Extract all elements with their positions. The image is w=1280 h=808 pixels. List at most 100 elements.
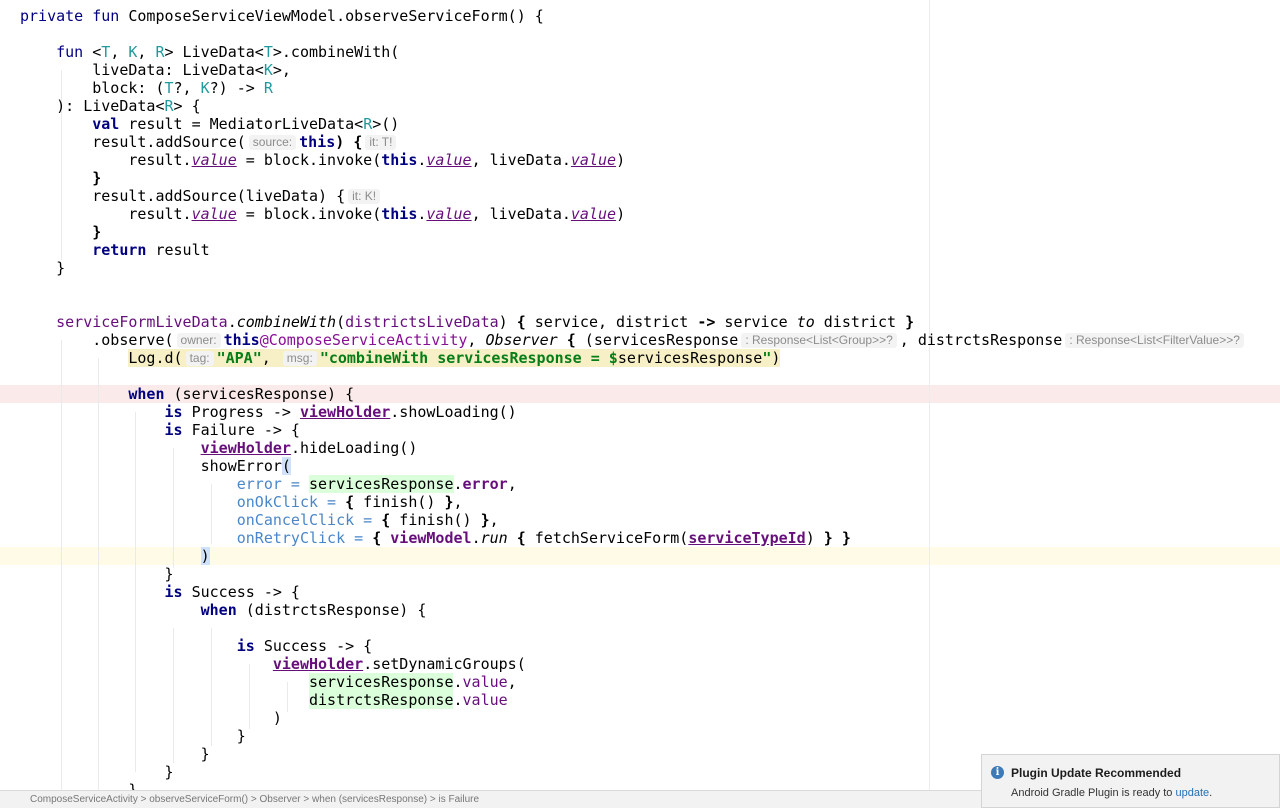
code-text: .: [453, 475, 463, 493]
code-text: Log.d(: [128, 349, 183, 367]
code-text: ?) ->: [209, 79, 264, 97]
code-text: .hideLoading(): [290, 439, 418, 457]
lambda-brace: }: [823, 529, 833, 547]
lambda-brace: }: [841, 529, 851, 547]
parameter-hint: owner:: [176, 333, 221, 348]
named-argument: onCancelClick =: [236, 511, 373, 529]
property-reference: error: [462, 475, 508, 493]
code-line: error = servicesResponse.error,: [20, 475, 517, 493]
code-text: .: [453, 673, 463, 691]
property-reference: value: [426, 151, 472, 169]
type-hint: : Response<List<Group>>?: [741, 333, 897, 348]
lambda-brace: {: [345, 493, 355, 511]
lambda-brace: }: [905, 313, 915, 331]
keyword: is: [164, 583, 183, 601]
code-text: Progress ->: [182, 403, 300, 421]
code-text: }: [128, 781, 138, 790]
code-text: ): [771, 349, 781, 367]
code-line: .observe(owner: this@ComposeServiceActivi…: [20, 331, 1247, 349]
type-parameter: K: [128, 43, 138, 61]
code-text: > {: [173, 97, 201, 115]
property-reference: value: [462, 691, 508, 709]
code-text: ): [498, 313, 517, 331]
code-text: }: [56, 259, 66, 277]
type-parameter: R: [363, 115, 373, 133]
code-line: is Progress -> viewHolder.showLoading(): [20, 403, 517, 421]
code-line: private fun ComposeServiceViewModel.obse…: [20, 7, 544, 25]
code-line: result.value = block.invoke(this.value, …: [20, 205, 625, 223]
code-text: }: [164, 565, 174, 583]
code-line: servicesResponse.value,: [20, 673, 517, 691]
lambda-brace: {: [381, 511, 391, 529]
code-text: (servicesResponse) {: [164, 385, 355, 403]
code-text: servicesResponse: [617, 349, 763, 367]
string-literal: "combineWith servicesResponse = $: [319, 349, 618, 367]
code-text: result.: [128, 151, 192, 169]
keyword: is: [164, 421, 183, 439]
code-line: liveData: LiveData<K>,: [20, 61, 291, 79]
code-line: ): [20, 547, 210, 565]
code-text: .setDynamicGroups(: [363, 655, 526, 673]
code-line: viewHolder.hideLoading(): [20, 439, 418, 457]
code-text: finish(): [390, 511, 481, 529]
label-reference: @ComposeServiceActivity: [259, 331, 468, 349]
code-text: ,: [507, 673, 517, 691]
code-text: result.addSource(liveData) {: [92, 187, 346, 205]
code-text: ComposeServiceViewModel.observeServiceFo…: [119, 7, 544, 25]
code-line: }: [20, 763, 174, 781]
code-text: result.addSource(: [92, 133, 246, 151]
info-icon: i: [991, 766, 1004, 779]
notification-body-suffix: .: [1209, 787, 1213, 799]
code-line: ): [20, 709, 282, 727]
keyword: return: [92, 241, 147, 259]
property-reference: viewHolder: [200, 439, 291, 457]
lambda-brace: {: [516, 529, 526, 547]
code-line: is Success -> {: [20, 637, 372, 655]
code-text: ): [616, 151, 626, 169]
named-argument: onOkClick =: [236, 493, 337, 511]
notification-body-text: Android Gradle Plugin is ready to: [1011, 787, 1176, 799]
code-text: ,: [453, 493, 463, 511]
code-text: }: [92, 169, 102, 187]
string-literal: "APA": [216, 349, 262, 367]
keyword: when: [200, 601, 237, 619]
update-link[interactable]: update: [1175, 787, 1209, 799]
smart-cast-variable: servicesResponse: [309, 475, 454, 493]
code-text: result.: [128, 205, 192, 223]
code-line: result.addSource(liveData) {it: K!: [20, 187, 383, 205]
code-line: when (distrctsResponse) {: [20, 601, 427, 619]
code-text: }: [164, 763, 174, 781]
type-parameter: K: [200, 79, 210, 97]
code-editor[interactable]: private fun ComposeServiceViewModel.obse…: [0, 0, 1280, 790]
code-line: onCancelClick = { finish() },: [20, 511, 499, 529]
code-text: finish(): [354, 493, 445, 511]
code-line: serviceFormLiveData.combineWith(district…: [20, 313, 914, 331]
breadcrumb-text[interactable]: ComposeServiceActivity > observeServiceF…: [30, 794, 479, 805]
keyword: is: [236, 637, 255, 655]
code-text: }: [200, 745, 210, 763]
code-text: showError: [200, 457, 282, 475]
extension-function: combineWith: [236, 313, 337, 331]
code-text: ): LiveData<: [56, 97, 165, 115]
code-text: }: [236, 727, 246, 745]
code-text: .: [471, 529, 481, 547]
code-text: }: [92, 223, 102, 241]
code-line: when (servicesResponse) {: [20, 385, 354, 403]
property-reference: value: [191, 151, 237, 169]
code-line: onOkClick = { finish() },: [20, 493, 463, 511]
keyword: this: [381, 205, 418, 223]
code-line: viewHolder.setDynamicGroups(: [20, 655, 526, 673]
matched-brace: (: [281, 457, 291, 475]
code-text: Success -> {: [182, 583, 300, 601]
type-parameter: K: [263, 61, 273, 79]
code-text: block: (: [92, 79, 165, 97]
keyword: fun: [92, 7, 120, 25]
code-line: block: (T?, K?) -> R: [20, 79, 273, 97]
named-argument: onRetryClick =: [236, 529, 364, 547]
code-line: }: [20, 727, 246, 745]
property-reference: value: [426, 205, 472, 223]
plugin-update-notification[interactable]: i Plugin Update Recommended Android Grad…: [981, 754, 1280, 808]
code-text: (: [336, 313, 346, 331]
log-statement: Log.d(tag: "APA", msg: "combineWith servic…: [128, 349, 781, 367]
